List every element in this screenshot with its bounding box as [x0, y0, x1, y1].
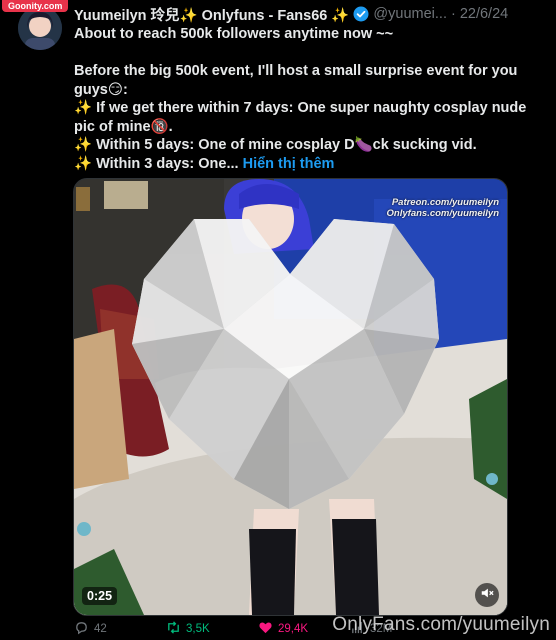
tweet-line-5: ✨ Within 3 days: One... Hiển thị thêm	[74, 155, 534, 174]
video-timestamp: 0:25	[82, 587, 118, 605]
video-watermark-caption: Patreon.com/yuumeilyn Onlyfans.com/yuume…	[387, 197, 499, 219]
tweet-line-4: ✨ Within 5 days: One of mine cosplay D🍆c…	[74, 137, 477, 153]
video-frame-image	[74, 179, 507, 615]
show-more-link[interactable]: Hiển thị thêm	[243, 156, 335, 172]
tweet-date[interactable]: 22/6/24	[460, 6, 508, 22]
user-handle[interactable]: @yuumei...	[373, 6, 447, 22]
onlyfans-watermark: OnlyFans.com/yuumeilyn	[332, 614, 550, 635]
mute-icon	[480, 586, 494, 605]
retweet-button[interactable]: 3,5K	[166, 620, 258, 638]
tweet-body: About to reach 500k followers anytime no…	[74, 25, 534, 173]
heart-icon	[258, 620, 273, 638]
site-watermark-badge: Goonity.com	[2, 0, 69, 12]
video-player[interactable]: Patreon.com/yuumeilyn Onlyfans.com/yuume…	[73, 178, 508, 616]
retweet-count: 3,5K	[186, 623, 210, 635]
tweet-line-5-text: ✨ Within 3 days: One...	[74, 155, 239, 172]
caption-line-2: Onlyfans.com/yuumeilyn	[386, 208, 499, 219]
tweet-line-1: About to reach 500k followers anytime no…	[74, 26, 394, 42]
like-count: 29,4K	[278, 623, 309, 635]
reply-button[interactable]: 42	[74, 620, 166, 638]
mute-button[interactable]	[475, 583, 499, 607]
verified-badge-icon	[353, 6, 369, 22]
separator-dot: ·	[450, 6, 456, 22]
reply-icon	[74, 620, 89, 638]
tweet-line-2: Before the big 500k event, I'll host a s…	[74, 63, 518, 98]
retweet-icon	[166, 620, 181, 638]
tweet-line-blank	[74, 44, 534, 63]
avatar[interactable]	[18, 6, 62, 50]
tweet-line-3: ✨ If we get there within 7 days: One sup…	[74, 100, 527, 135]
caption-line-1: Patreon.com/yuumeilyn	[391, 197, 499, 208]
reply-count: 42	[94, 623, 107, 635]
display-name[interactable]: Yuumeilyn 玲兒✨ Onlyfuns - Fans66 ✨	[74, 4, 349, 25]
tweet-header: Yuumeilyn 玲兒✨ Onlyfuns - Fans66 ✨ @yuume…	[74, 4, 544, 24]
